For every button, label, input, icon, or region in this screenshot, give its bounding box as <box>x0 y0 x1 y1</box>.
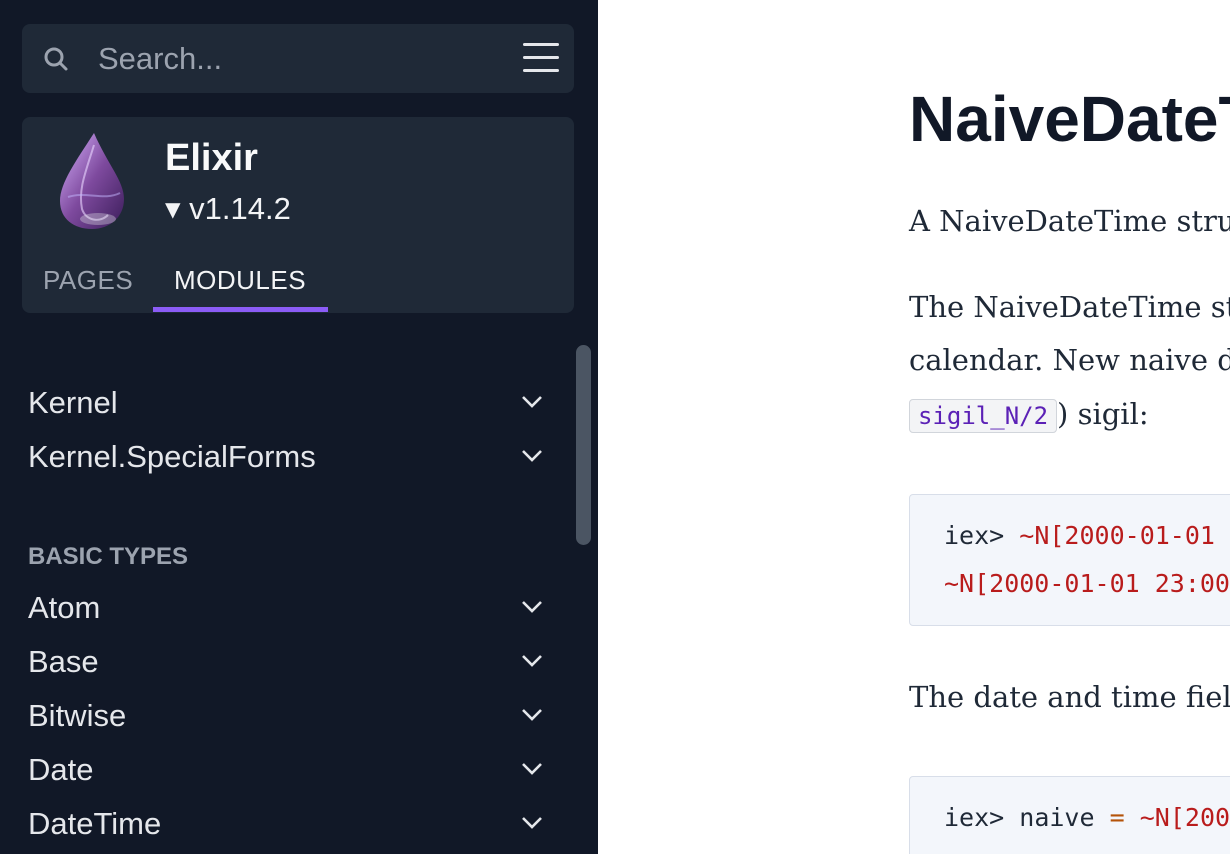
code-prompt: iex> <box>944 803 1005 832</box>
nav-item-bitwise[interactable]: Bitwise <box>28 696 558 740</box>
code-line: iex> ~N[2000-01-01 23:00:07] <box>944 521 1230 550</box>
code-line: ~N[2000-01-01 23:00:07] <box>944 569 1230 598</box>
code-line: iex> naive = ~N[2000-01-01 23:00:07] <box>944 803 1230 832</box>
nav-item-atom[interactable]: Atom <box>28 588 558 632</box>
module-nav: Kernel Kernel.SpecialForms BASIC TYPES A… <box>0 313 598 854</box>
nav-item-base[interactable]: Base <box>28 642 558 686</box>
nav-item-label: Kernel.SpecialForms <box>28 439 316 474</box>
nav-item-datetime[interactable]: DateTime <box>28 804 558 848</box>
sigil-n-link[interactable]: sigil_N/2 <box>909 399 1058 433</box>
search-bar <box>22 24 574 93</box>
tab-pages[interactable]: PAGES <box>43 265 133 296</box>
chevron-down-icon[interactable] <box>521 816 543 830</box>
nav-item-label: Date <box>28 752 94 787</box>
code-block-fields: iex> naive = ~N[2000-01-01 23:00:07] <box>909 776 1230 854</box>
code-block-example: iex> ~N[2000-01-01 23:00:07] ~N[2000-01-… <box>909 494 1230 626</box>
chevron-down-icon[interactable] <box>521 708 543 722</box>
chevron-down-icon[interactable] <box>521 600 543 614</box>
main-content: NaiveDateTime A NaiveDateTime struct The… <box>598 0 1230 854</box>
active-tab-indicator <box>153 307 328 312</box>
sidebar-scrollbar[interactable] <box>576 345 591 545</box>
paragraph-tail: ) sigil: <box>1057 397 1149 431</box>
code-sigil: ~N[2000-01-01 23:00:07] <box>1139 803 1230 832</box>
code-sigil: ~N[2000-01-01 23:00:07] <box>1019 521 1230 550</box>
nav-item-label: Bitwise <box>28 698 127 733</box>
project-panel: Elixir ▾ v1.14.2 PAGES MODULES <box>22 117 574 313</box>
chevron-down-icon[interactable] <box>521 449 543 463</box>
tab-modules[interactable]: MODULES <box>174 265 306 296</box>
code-prompt: iex> <box>944 521 1005 550</box>
chevron-down-icon[interactable] <box>521 395 543 409</box>
search-icon <box>44 47 68 71</box>
paragraph-description-line2: calendar. New naive datetimes <box>909 343 1230 377</box>
sidebar: Elixir ▾ v1.14.2 PAGES MODULES Kernel Ke… <box>0 0 598 854</box>
elixir-logo <box>60 133 124 229</box>
nav-item-date[interactable]: Date <box>28 750 558 794</box>
code-operator: = <box>1109 803 1125 832</box>
nav-item-label: Kernel <box>28 385 118 420</box>
nav-item-kernel-specialforms[interactable]: Kernel.SpecialForms <box>28 437 558 481</box>
code-variable: naive <box>1019 803 1095 832</box>
menu-icon[interactable] <box>523 43 559 75</box>
group-title-basic-types: BASIC TYPES <box>28 543 189 570</box>
chevron-down-icon[interactable] <box>521 654 543 668</box>
page-title: NaiveDateTime <box>909 83 1230 155</box>
nav-item-kernel[interactable]: Kernel <box>28 383 558 427</box>
version-dropdown[interactable]: ▾ v1.14.2 <box>165 191 291 227</box>
project-name: Elixir <box>165 137 258 179</box>
code-result: ~N[2000-01-01 23:00:07] <box>944 569 1230 598</box>
nav-item-label: Atom <box>28 590 101 625</box>
chevron-down-icon[interactable] <box>521 762 543 776</box>
nav-item-label: DateTime <box>28 806 162 841</box>
paragraph-description-line1: The NaiveDateTime struct <box>909 290 1230 324</box>
search-input[interactable] <box>98 24 498 93</box>
paragraph-intro: A NaiveDateTime struct <box>909 204 1230 238</box>
paragraph-description-line3: sigil_N/2) sigil: <box>909 397 1149 433</box>
nav-item-label: Base <box>28 644 99 679</box>
paragraph-fields: The date and time fields <box>909 680 1230 714</box>
